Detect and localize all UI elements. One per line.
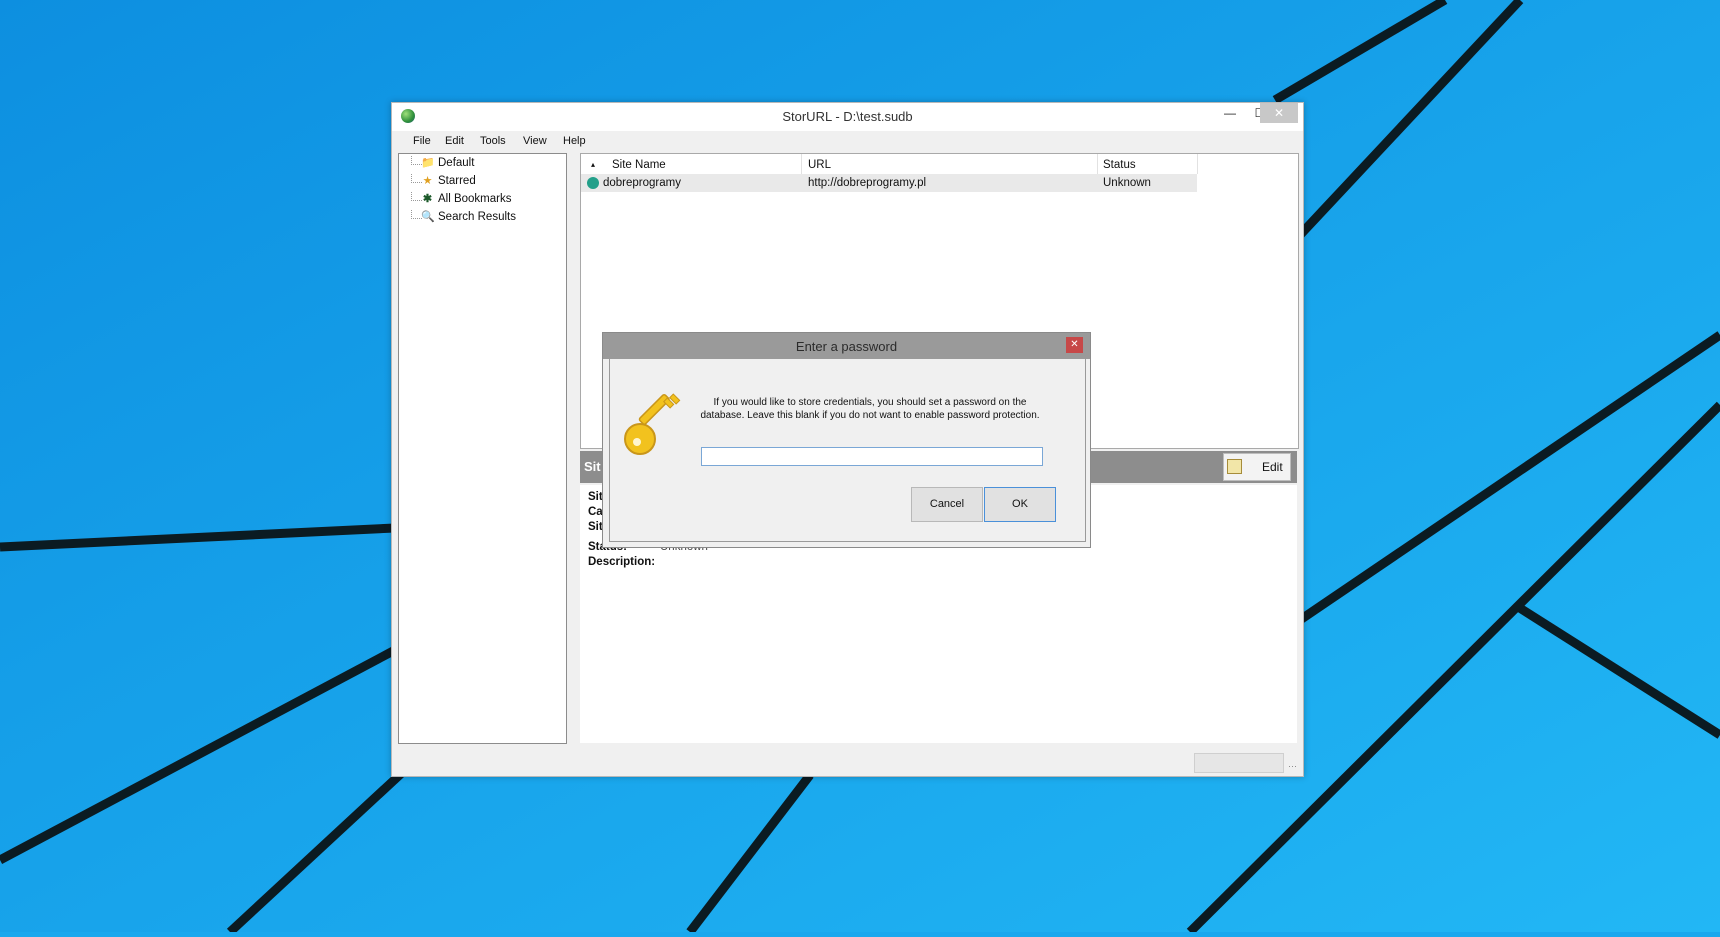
tree-item-default[interactable]: 📁 Default (399, 156, 559, 172)
column-label: Site Name (612, 159, 666, 171)
status-bar: ⋯ (392, 749, 1303, 774)
detail-label: Sit (588, 491, 603, 503)
key-icon (624, 393, 681, 455)
dialog-title: Enter a password (795, 339, 898, 354)
cell-status: Unknown (1103, 177, 1151, 189)
edit-note-icon (1227, 459, 1242, 474)
tree-item-label: Starred (438, 175, 476, 187)
column-status[interactable]: Status (1097, 154, 1198, 174)
window-titlebar[interactable]: StorURL - D:\test.sudb — ☐ ✕ (392, 103, 1303, 131)
asterisk-icon: ✱ (422, 193, 433, 205)
menu-bar: File Edit Tools View Help (392, 131, 1303, 151)
minimize-button[interactable]: — (1214, 103, 1246, 123)
dialog-titlebar[interactable]: Enter a password ✕ (603, 333, 1090, 359)
tree-item-label: All Bookmarks (438, 193, 512, 205)
cell-url: http://dobreprogramy.pl (808, 177, 927, 189)
detail-label: Sit (588, 521, 603, 533)
menu-tools[interactable]: Tools (480, 135, 506, 147)
tree-item-all-bookmarks[interactable]: ✱ All Bookmarks (399, 192, 559, 208)
tree-item-label: Default (438, 157, 475, 169)
category-tree[interactable]: 📁 Default ★ Starred ✱ All Bookmarks 🔍 Se… (398, 153, 567, 744)
dialog-message: If you would like to store credentials, … (700, 396, 1040, 422)
menu-file[interactable]: File (413, 135, 431, 147)
menu-view[interactable]: View (523, 135, 547, 147)
column-label: URL (808, 159, 832, 171)
tree-item-label: Search Results (438, 211, 516, 223)
cell-site-name: dobreprogramy (603, 177, 681, 189)
tree-item-starred[interactable]: ★ Starred (399, 174, 559, 190)
dialog-message-line: If you would like to store credentials, … (713, 397, 1027, 408)
cancel-button[interactable]: Cancel (911, 487, 983, 522)
password-input[interactable] (701, 447, 1043, 466)
window-title: StorURL - D:\test.sudb (782, 109, 913, 124)
menu-edit[interactable]: Edit (445, 135, 464, 147)
folder-icon: 📁 (421, 157, 435, 169)
sort-ascending-icon: ▴ (591, 160, 596, 169)
star-icon: ★ (422, 175, 433, 187)
dialog-message-line: database. Leave this blank if you do not… (700, 410, 1040, 421)
ok-button[interactable]: OK (984, 487, 1056, 522)
password-dialog: Enter a password ✕ If you would like to … (602, 332, 1091, 548)
details-title: Sit (584, 459, 601, 474)
status-panel (1194, 753, 1284, 773)
edit-button[interactable]: Edit (1223, 453, 1291, 481)
column-site-name[interactable]: ▴ Site Name (581, 154, 802, 174)
column-url[interactable]: URL (801, 154, 1098, 174)
edit-button-label: Edit (1262, 460, 1283, 474)
close-button[interactable]: ✕ (1260, 103, 1298, 123)
column-label: Status (1103, 159, 1136, 171)
dialog-body: If you would like to store credentials, … (609, 359, 1086, 542)
site-status-icon (587, 177, 599, 189)
resize-grip-icon[interactable]: ⋯ (1288, 761, 1297, 772)
dialog-close-button[interactable]: ✕ (1066, 337, 1083, 353)
tree-item-search-results[interactable]: 🔍 Search Results (399, 210, 559, 226)
list-header: ▴ Site Name URL Status (581, 154, 1298, 174)
detail-label: Ca (588, 506, 603, 518)
search-results-icon: 🔍 (421, 211, 435, 223)
detail-description-label: Description: (588, 556, 656, 568)
menu-help[interactable]: Help (563, 135, 586, 147)
list-row[interactable]: dobreprogramy http://dobreprogramy.pl Un… (581, 174, 1197, 192)
